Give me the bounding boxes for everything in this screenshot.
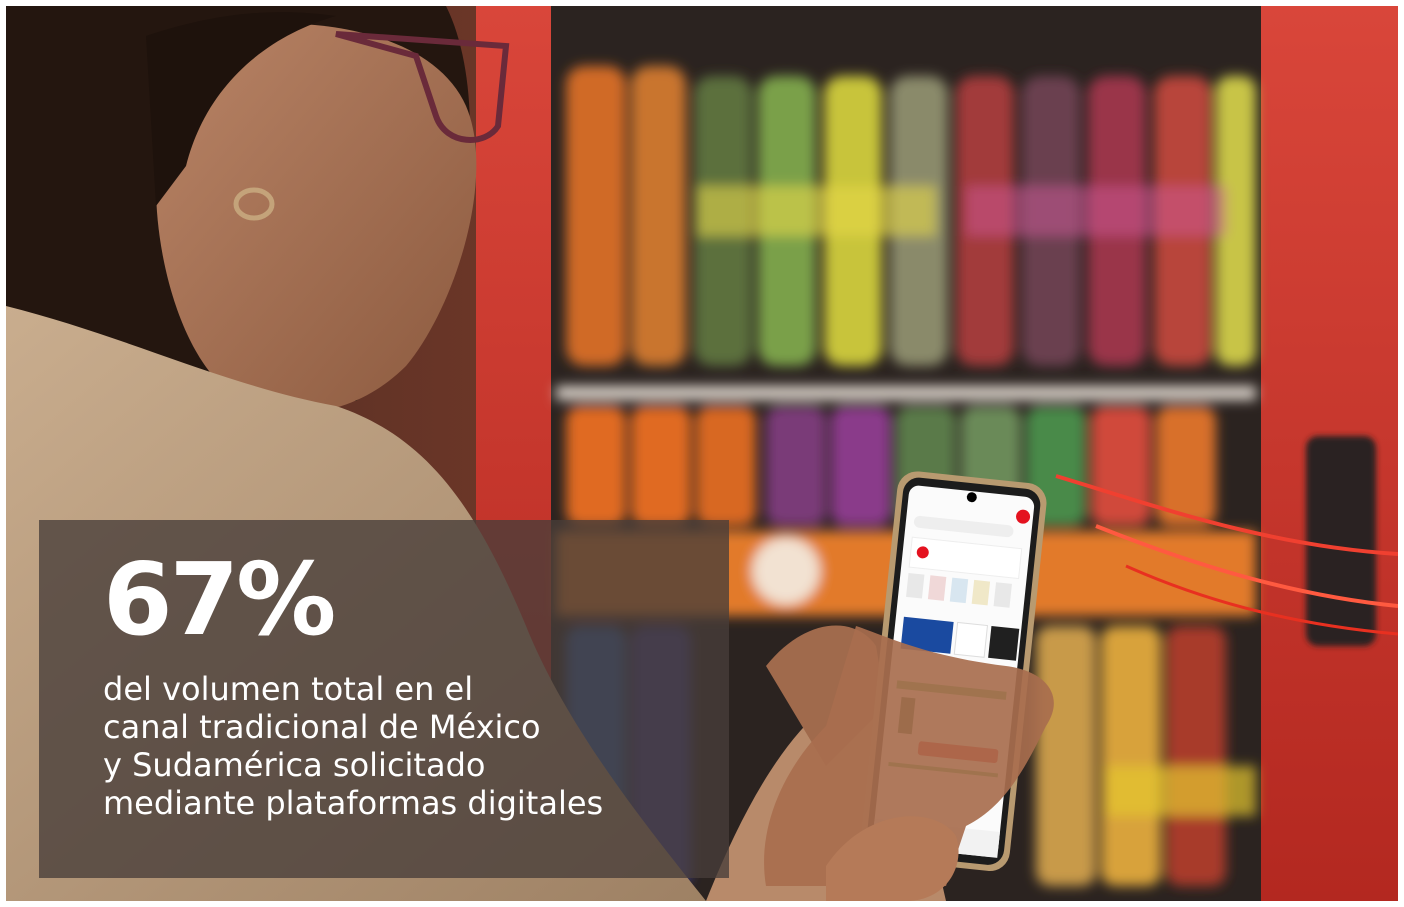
stat-description: del volumen total en el canal tradiciona…	[103, 670, 723, 822]
stat-description-line: canal tradicional de México	[103, 708, 541, 746]
photo-frame: 67% del volumen total en el canal tradic…	[6, 6, 1398, 901]
stat-description-line: y Sudamérica solicitado	[103, 746, 486, 784]
stat-description-line: mediante plataformas digitales	[103, 784, 604, 822]
stat-description-line: del volumen total en el	[103, 670, 474, 708]
stat-percentage: 67%	[103, 541, 336, 658]
stat-overlay-panel: 67% del volumen total en el canal tradic…	[39, 520, 729, 878]
